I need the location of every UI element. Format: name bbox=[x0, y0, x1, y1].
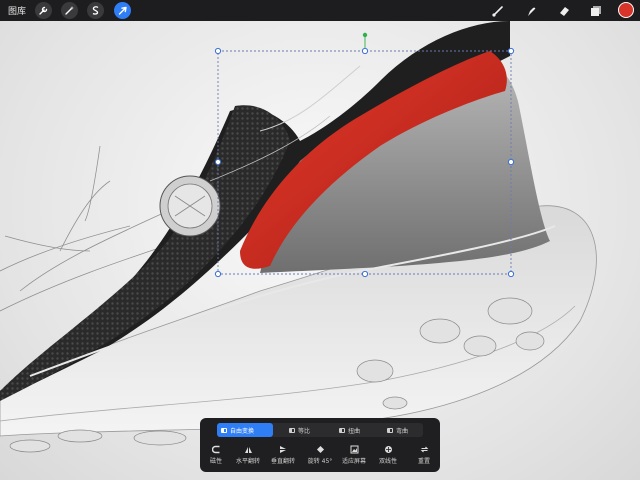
flip-vertical-icon bbox=[279, 446, 286, 453]
smudge-icon bbox=[528, 7, 536, 16]
magnetics-button[interactable]: 磁性 bbox=[198, 445, 234, 465]
fit-screen-icon bbox=[350, 445, 358, 454]
mode-warp[interactable]: 弯曲 bbox=[387, 423, 408, 437]
transform-mode-selector: 自由变换 等比 扭曲 弯曲 bbox=[217, 423, 423, 437]
uniform-icon bbox=[289, 427, 295, 433]
magnet-icon bbox=[211, 445, 219, 454]
transform-panel: 自由变换 等比 扭曲 弯曲 磁性 水平翻转 垂直翻转 旋转 45° 适应屏幕 双… bbox=[200, 418, 440, 472]
rotate-45-icon bbox=[316, 445, 324, 454]
transform-button[interactable] bbox=[114, 2, 131, 19]
drawing-canvas[interactable] bbox=[0, 21, 640, 480]
distort-icon bbox=[339, 427, 345, 433]
mode-distort[interactable]: 扭曲 bbox=[339, 423, 360, 437]
flip-horizontal-icon bbox=[244, 447, 252, 453]
interpolation-button[interactable]: 双线性 bbox=[370, 445, 406, 465]
warp-icon bbox=[387, 427, 393, 433]
mode-uniform[interactable]: 等比 bbox=[289, 423, 310, 437]
reset-button[interactable]: 重置 bbox=[406, 445, 442, 465]
actions-button[interactable] bbox=[35, 2, 52, 19]
eraser-button[interactable] bbox=[555, 2, 573, 19]
rotate-45-button[interactable]: 旋转 45° bbox=[302, 445, 338, 465]
adjustments-button[interactable] bbox=[61, 2, 78, 19]
color-button[interactable] bbox=[618, 2, 634, 18]
reset-icon bbox=[420, 446, 428, 453]
top-toolbar: 图库 bbox=[0, 0, 640, 21]
mode-freeform[interactable]: 自由变换 bbox=[217, 423, 273, 437]
transform-arrow-icon bbox=[118, 6, 127, 15]
layers-icon bbox=[591, 5, 601, 16]
selection-s-icon bbox=[92, 6, 99, 15]
shoe-sketch-artwork bbox=[0, 21, 597, 453]
wrench-icon bbox=[39, 6, 48, 15]
layers-button[interactable] bbox=[587, 2, 605, 19]
fit-to-screen-button[interactable]: 适应屏幕 bbox=[336, 445, 372, 465]
flip-horizontal-button[interactable]: 水平翻转 bbox=[230, 445, 266, 465]
gallery-button[interactable]: 图库 bbox=[8, 4, 26, 17]
smudge-button[interactable] bbox=[522, 2, 540, 19]
selection-button[interactable] bbox=[87, 2, 104, 19]
magic-wand-icon bbox=[65, 6, 74, 15]
brush-icon bbox=[492, 5, 503, 17]
eraser-icon bbox=[560, 6, 569, 16]
brush-button[interactable] bbox=[489, 2, 507, 19]
freeform-icon bbox=[221, 427, 227, 433]
bilinear-icon bbox=[384, 446, 392, 453]
flip-vertical-button[interactable]: 垂直翻转 bbox=[265, 445, 301, 465]
